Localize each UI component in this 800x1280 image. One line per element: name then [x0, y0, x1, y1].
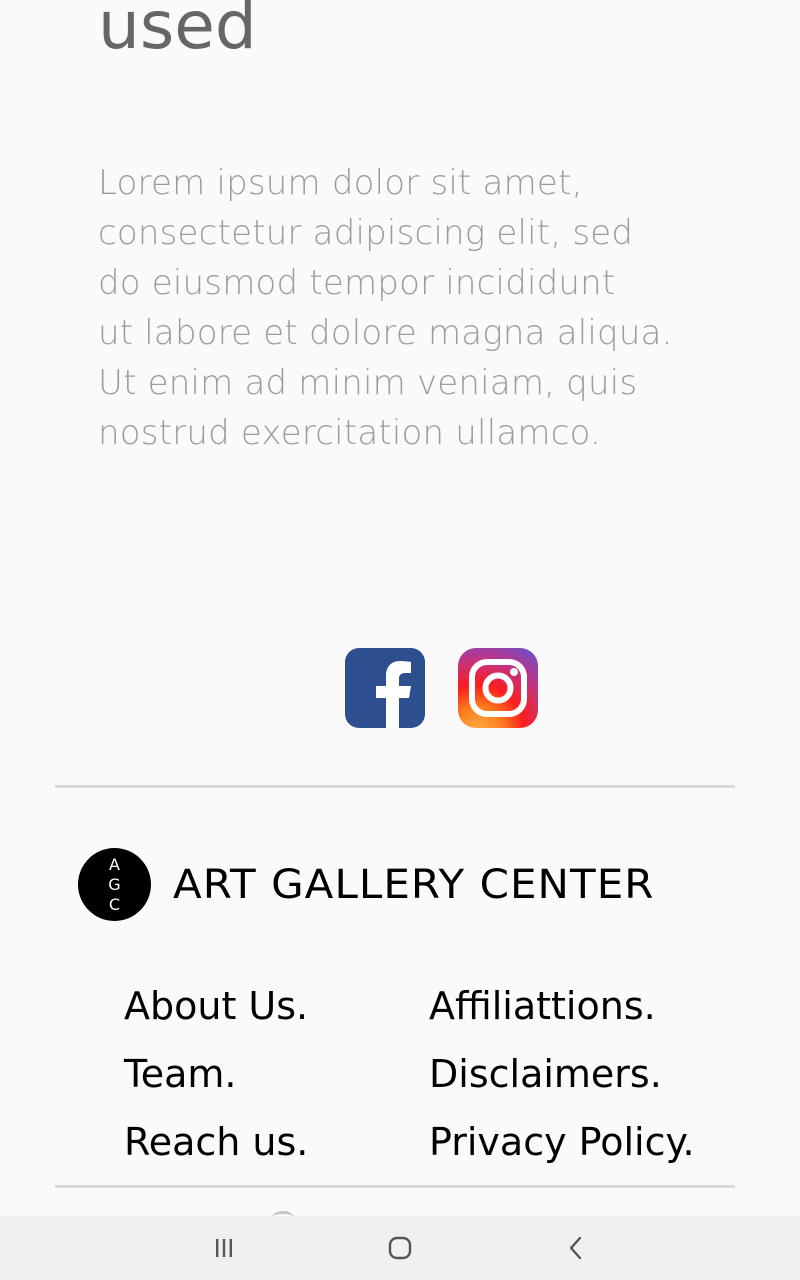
brand-name: ART GALLERY CENTER — [173, 861, 655, 908]
paragraph-line: Ut enim ad minim veniam, quis — [98, 363, 638, 403]
system-navigation-bar — [0, 1216, 800, 1280]
recents-icon — [216, 1239, 232, 1257]
footer-divider-top — [55, 785, 735, 788]
logo-letter: C — [108, 894, 121, 914]
back-button[interactable] — [552, 1232, 600, 1264]
paragraph-line: consectetur adipiscing elit, sed — [98, 213, 634, 253]
home-icon — [388, 1236, 412, 1260]
brand-lockup[interactable]: A G C ART GALLERY CENTER — [78, 848, 653, 921]
recents-button[interactable] — [200, 1232, 248, 1264]
facebook-link[interactable] — [345, 648, 425, 728]
facebook-icon — [345, 648, 425, 728]
footer-link-privacy-policy[interactable]: Privacy Policy. — [429, 1108, 695, 1176]
logo-letter: A — [109, 854, 120, 874]
home-button[interactable] — [376, 1232, 424, 1264]
instagram-icon — [458, 648, 538, 728]
paragraph-line: do eiusmod tempor incididunt — [98, 263, 616, 303]
footer-link-disclaimers[interactable]: Disclaimers. — [429, 1040, 695, 1108]
page: used Lorem ipsum dolor sit amet, consect… — [0, 0, 800, 1280]
logo-letter: G — [108, 874, 121, 894]
brand-logo: A G C — [78, 848, 151, 921]
back-icon — [569, 1236, 582, 1260]
instagram-link[interactable] — [458, 648, 538, 728]
footer-column-right: Affiliattions. Disclaimers. Privacy Poli… — [429, 972, 695, 1176]
footer-link-affiliations[interactable]: Affiliattions. — [429, 972, 695, 1040]
paragraph-line: nostrud exercitation ullamco. — [98, 413, 602, 453]
footer-divider-bottom — [55, 1185, 735, 1188]
footer-link-about-us[interactable]: About Us. — [124, 972, 308, 1040]
body-paragraph: Lorem ipsum dolor sit amet, consectetur … — [98, 158, 718, 458]
paragraph-line: Lorem ipsum dolor sit amet, — [98, 163, 583, 203]
footer-link-reach-us[interactable]: Reach us. — [124, 1108, 308, 1176]
social-links — [345, 648, 538, 728]
footer-link-team[interactable]: Team. — [124, 1040, 308, 1108]
paragraph-line: ut labore et dolore magna aliqua. — [98, 313, 673, 353]
footer-column-left: About Us. Team. Reach us. — [124, 972, 308, 1176]
section-heading: used — [98, 0, 257, 64]
